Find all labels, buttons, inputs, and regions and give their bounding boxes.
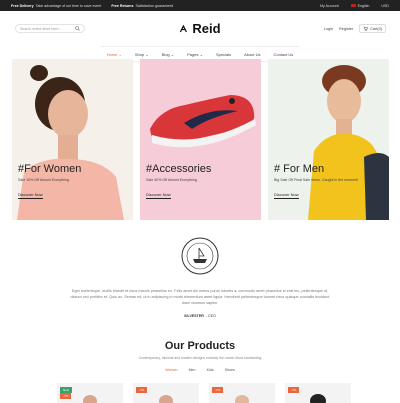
- product-image: [83, 395, 97, 403]
- nav-item-about[interactable]: About Us: [244, 52, 260, 57]
- currency-selector[interactable]: USD: [381, 4, 389, 8]
- tab-shoes[interactable]: Shoes: [225, 368, 235, 372]
- section-title: Our Products: [164, 340, 236, 352]
- nav-item-blog[interactable]: Blog ⌄: [162, 52, 174, 57]
- logo-mark-icon: [179, 24, 187, 32]
- my-account-link[interactable]: My Account: [320, 4, 339, 8]
- product-grid: New -7% -7% -7% -7%: [57, 383, 351, 403]
- discover-now-link[interactable]: Discover Now: [18, 192, 43, 199]
- about-text: Eget scelerisque, mollis blandit et risu…: [70, 289, 330, 305]
- banner-men[interactable]: # For Men Big Sale Off Final Sale Items.…: [268, 59, 389, 220]
- product-card[interactable]: -7%: [133, 383, 199, 403]
- delivery-notice: Free Delivery Take advantage of our time …: [11, 3, 102, 8]
- tab-kids[interactable]: Kids: [207, 368, 214, 372]
- header: Search entire store here... Reid Login R…: [0, 11, 400, 46]
- product-card[interactable]: -7%: [209, 383, 275, 403]
- nav-item-pages[interactable]: Pages ⌄: [187, 52, 203, 57]
- ship-seal-icon: [181, 237, 219, 275]
- product-card[interactable]: -7%: [285, 383, 351, 403]
- banner-subtitle: Big Sale Off Final Sale Items. Caught in…: [274, 178, 359, 182]
- product-image: [159, 395, 173, 403]
- login-link[interactable]: Login: [324, 27, 333, 31]
- nav-item-specials[interactable]: Specials: [216, 52, 231, 57]
- returns-notice: Free Returns Satisfaction guaranteed: [111, 3, 174, 8]
- banner-subtitle: Sale 10% Off Almost Everything: [18, 178, 69, 182]
- nav-item-home[interactable]: Home ⌄: [107, 52, 122, 57]
- register-link[interactable]: Register: [339, 27, 353, 31]
- site-logo[interactable]: Reid: [179, 21, 221, 36]
- cart-icon: [363, 26, 368, 31]
- search-icon[interactable]: [75, 26, 80, 31]
- section-subtitle: Contemporary, minimal and modern designs…: [138, 356, 262, 360]
- product-image: [235, 395, 249, 403]
- banner-women[interactable]: #For Women Sale 10% Off Almost Everythin…: [12, 59, 133, 220]
- banner-row: #For Women Sale 10% Off Almost Everythin…: [12, 59, 389, 220]
- tab-women[interactable]: Women: [165, 368, 177, 372]
- banner-title: # For Men: [274, 163, 325, 175]
- product-card[interactable]: New -7%: [57, 383, 123, 403]
- signature: SILVESTER - CEO: [184, 314, 216, 318]
- flag-icon: [350, 3, 356, 7]
- tab-men[interactable]: Men: [189, 368, 196, 372]
- product-tabs: Women Men Kids Shoes: [0, 368, 400, 372]
- about-section: Eget scelerisque, mollis blandit et risu…: [0, 236, 400, 318]
- banner-accessories[interactable]: #Accessories Sale 40% Off Almost Everyth…: [140, 59, 261, 220]
- nav-item-shop[interactable]: Shop ⌄: [135, 52, 149, 57]
- language-selector[interactable]: English: [350, 3, 369, 8]
- products-header: Our Products Contemporary, minimal and m…: [0, 340, 400, 360]
- banner-title: #Accessories: [146, 163, 212, 175]
- nav-item-contact[interactable]: Contact Us: [274, 52, 294, 57]
- banner-subtitle: Sale 40% Off Almost Everything: [146, 178, 197, 182]
- banner-title: #For Women: [18, 163, 82, 175]
- discover-now-link[interactable]: Discover Now: [274, 192, 299, 199]
- discover-now-link[interactable]: Discover Now: [146, 192, 171, 199]
- top-bar: Free Delivery Take advantage of our time …: [0, 0, 400, 11]
- search-input[interactable]: Search entire store here...: [15, 24, 85, 33]
- product-image: [310, 394, 326, 403]
- cart-button[interactable]: Cart(0): [359, 24, 386, 33]
